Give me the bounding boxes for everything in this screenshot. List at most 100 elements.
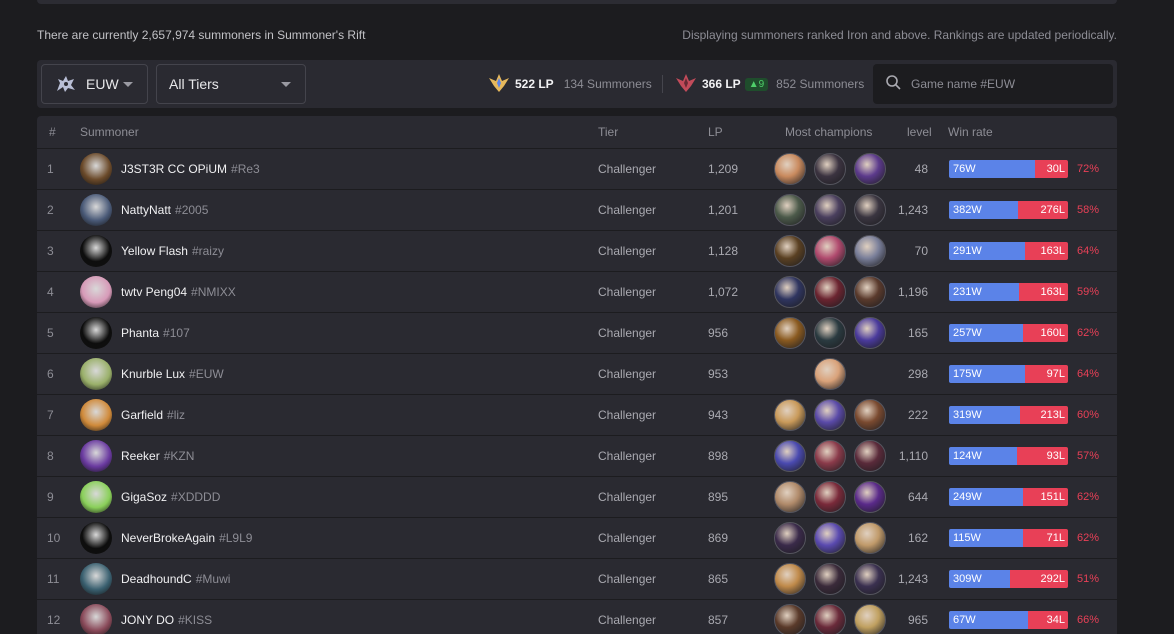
summoner-search[interactable]: [873, 64, 1113, 104]
champion-icon[interactable]: [774, 399, 806, 431]
champion-icon[interactable]: [854, 399, 886, 431]
rank-number: 10: [47, 531, 61, 545]
table-row[interactable]: 3 Yellow Flash #raizy Challenger 1,128 70 291W…: [37, 230, 1117, 271]
champion-icon[interactable]: [774, 235, 806, 267]
champion-icon[interactable]: [814, 399, 846, 431]
champion-icon[interactable]: [774, 317, 806, 349]
leaderboard-table: # Summoner Tier LP Most champions level …: [37, 116, 1117, 634]
avatar[interactable]: [80, 317, 112, 349]
region-select[interactable]: EUW: [41, 64, 148, 104]
champion-icon[interactable]: [814, 276, 846, 308]
summoner-name[interactable]: NeverBrokeAgain #L9L9: [121, 531, 252, 545]
champion-icon[interactable]: [854, 481, 886, 513]
avatar[interactable]: [80, 358, 112, 390]
champion-icon[interactable]: [814, 522, 846, 554]
champion-icon[interactable]: [814, 317, 846, 349]
champion-icon[interactable]: [854, 194, 886, 226]
winrate-bar: 67W 34L: [949, 611, 1068, 629]
champion-icon[interactable]: [854, 563, 886, 595]
summoner-tag: #KZN: [163, 449, 195, 463]
summoner-name[interactable]: Reeker #KZN: [121, 449, 194, 463]
winrate-percent: 57%: [1077, 450, 1100, 462]
champion-icon[interactable]: [814, 481, 846, 513]
winrate-bar: 231W 163L: [949, 283, 1068, 301]
region-select-value: EUW: [86, 76, 119, 92]
avatar[interactable]: [80, 153, 112, 185]
summoner-name[interactable]: GigaSoz #XDDDD: [121, 490, 220, 504]
summoner-name[interactable]: JONY DO #KISS: [121, 613, 212, 627]
table-row[interactable]: 9 GigaSoz #XDDDD Challenger 895 644 249W 151L 62…: [37, 476, 1117, 517]
champion-icon[interactable]: [774, 604, 806, 634]
summoner-name[interactable]: Garfield #liz: [121, 408, 185, 422]
table-header: # Summoner Tier LP Most champions level …: [37, 116, 1117, 148]
champion-icon[interactable]: [814, 440, 846, 472]
champion-icon[interactable]: [774, 481, 806, 513]
top-panel-edge: [37, 0, 1117, 4]
table-row[interactable]: 7 Garfield #liz Challenger 943 222 319W 213L 60%: [37, 394, 1117, 435]
level-value: 298: [907, 367, 928, 381]
champion-icon[interactable]: [854, 276, 886, 308]
avatar[interactable]: [80, 440, 112, 472]
champion-icon[interactable]: [774, 276, 806, 308]
summoner-name-text: Phanta: [121, 326, 160, 340]
champion-icon[interactable]: [854, 604, 886, 634]
table-row[interactable]: 2 NattyNatt #2005 Challenger 1,201 1,243 382W 2…: [37, 189, 1117, 230]
level-value: 48: [914, 162, 928, 176]
winrate-percent: 64%: [1077, 368, 1100, 380]
champion-icon[interactable]: [774, 194, 806, 226]
summoner-name[interactable]: J3ST3R CC OPiUM #Re3: [121, 162, 260, 176]
champion-icon[interactable]: [814, 194, 846, 226]
champion-icon[interactable]: [814, 153, 846, 185]
summoner-name[interactable]: DeadhoundC #Muwi: [121, 572, 230, 586]
summoner-name[interactable]: Knurble Lux #EUW: [121, 367, 224, 381]
champion-icon[interactable]: [774, 153, 806, 185]
table-row[interactable]: 8 Reeker #KZN Challenger 898 1,110 124W 93L 57%: [37, 435, 1117, 476]
summoner-name[interactable]: Phanta #107: [121, 326, 190, 340]
avatar[interactable]: [80, 522, 112, 554]
wins-segment: 257W: [949, 324, 1023, 342]
avatar[interactable]: [80, 563, 112, 595]
summoner-name-text: Garfield: [121, 408, 164, 422]
champion-icon[interactable]: [854, 522, 886, 554]
table-row[interactable]: 5 Phanta #107 Challenger 956 165 257W 160L 62%: [37, 312, 1117, 353]
avatar[interactable]: [80, 604, 112, 634]
wins-segment: 249W: [949, 488, 1023, 506]
champion-icon[interactable]: [814, 235, 846, 267]
table-row[interactable]: 12 JONY DO #KISS Challenger 857 965 67W 34L 66%: [37, 599, 1117, 634]
table-row[interactable]: 4 twtv Peng04 #NMIXX Challenger 1,072 1,196 23…: [37, 271, 1117, 312]
summoner-name[interactable]: NattyNatt #2005: [121, 203, 208, 217]
champion-icon[interactable]: [854, 235, 886, 267]
champion-icon[interactable]: [814, 358, 846, 390]
avatar[interactable]: [80, 276, 112, 308]
winrate-percent: 64%: [1077, 245, 1100, 257]
search-input[interactable]: [911, 77, 1101, 91]
table-row[interactable]: 11 DeadhoundC #Muwi Challenger 865 1,243 309W 2…: [37, 558, 1117, 599]
level-value: 644: [907, 490, 928, 504]
champion-icon[interactable]: [854, 153, 886, 185]
table-row[interactable]: 6 Knurble Lux #EUW Challenger 953 298 175W 97L 6…: [37, 353, 1117, 394]
champion-icon[interactable]: [854, 317, 886, 349]
avatar[interactable]: [80, 235, 112, 267]
champion-icon[interactable]: [774, 522, 806, 554]
winrate-percent: 72%: [1077, 163, 1100, 175]
level-value: 162: [907, 531, 928, 545]
summoner-tag: #L9L9: [219, 531, 253, 545]
champion-icon[interactable]: [774, 563, 806, 595]
table-row[interactable]: 10 NeverBrokeAgain #L9L9 Challenger 869 162 11…: [37, 517, 1117, 558]
lp-value: 898: [708, 449, 729, 463]
header-winrate: Win rate: [948, 125, 993, 139]
summoner-name[interactable]: twtv Peng04 #NMIXX: [121, 285, 236, 299]
champion-icon[interactable]: [854, 440, 886, 472]
avatar[interactable]: [80, 399, 112, 431]
winrate-bar: 319W 213L: [949, 406, 1068, 424]
table-row[interactable]: 1 J3ST3R CC OPiUM #Re3 Challenger 1,209 48 76W…: [37, 148, 1117, 189]
avatar[interactable]: [80, 481, 112, 513]
summoner-name-text: NattyNatt: [121, 203, 172, 217]
champion-icon[interactable]: [814, 604, 846, 634]
summoner-name[interactable]: Yellow Flash #raizy: [121, 244, 224, 258]
summoner-name-text: J3ST3R CC OPiUM: [121, 162, 228, 176]
avatar[interactable]: [80, 194, 112, 226]
champion-icon[interactable]: [814, 563, 846, 595]
tier-select[interactable]: All Tiers: [156, 64, 306, 104]
champion-icon[interactable]: [774, 440, 806, 472]
